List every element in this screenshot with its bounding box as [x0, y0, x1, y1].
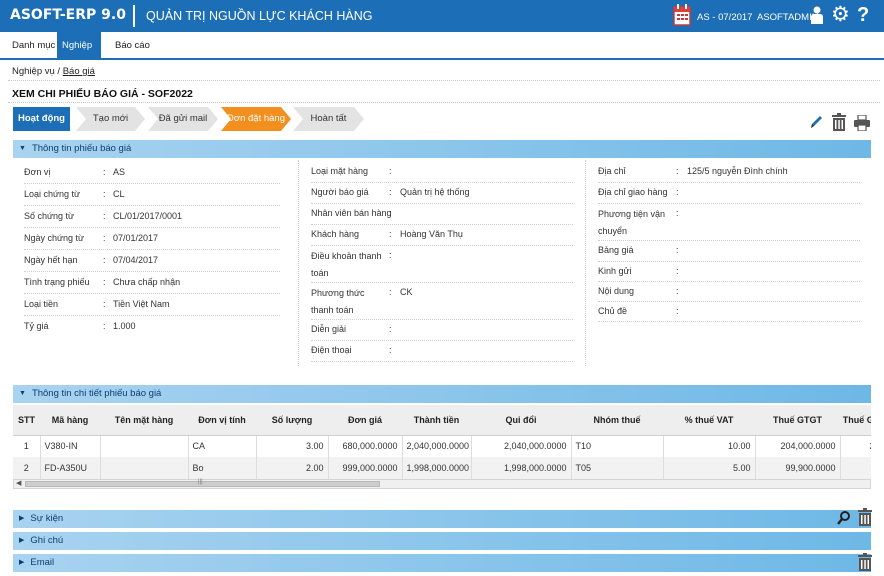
section-title: Thông tin phiếu báo giá — [31, 143, 132, 154]
col-header[interactable]: Nhóm thuế — [571, 405, 663, 436]
calendar-icon[interactable] — [673, 4, 691, 29]
field-ty-gia: Tỷ giá:1.000 — [24, 321, 136, 331]
field-loai-chung-tu: Loại chứng từ: CL — [24, 184, 280, 206]
menu-danh-muc[interactable]: Danh mục — [7, 32, 60, 60]
table-header: STT Mã hàng Tên mặt hàng Đơn vị tính Số … — [13, 405, 871, 436]
field-dia-chi: Địa chỉ:125/5 nguyễn Đình chính — [598, 162, 860, 183]
field-phuong-tien-van-chuyen: Phương tiện vận chuyển: — [598, 204, 860, 241]
field-bang-gia: Bảng giá: — [598, 241, 860, 262]
col-header[interactable]: % thuế VAT — [663, 405, 755, 436]
gear-icon[interactable]: ⚙ — [831, 3, 850, 27]
field-nhan-vien-ban-hang: Nhân viên bán hàng: — [311, 204, 573, 225]
detail-grid: STT Mã hàng Tên mặt hàng Đơn vị tính Số … — [13, 405, 871, 480]
breadcrumb: Nghiệp vụ / Báo giá — [12, 66, 95, 77]
field-noi-dung: Nội dung: — [598, 282, 860, 302]
table-row[interactable]: 2 FD-A350U Bo 2.00 999,000.0000 1,998,00… — [13, 457, 871, 479]
section-chi-tiet[interactable]: ▼ Thông tin chi tiết phiếu báo giá — [13, 385, 871, 403]
step-da-gui-mail[interactable]: Đã gửi mail — [148, 107, 218, 131]
field-loai-tien: Loại tiền: Tiền Việt Nam — [24, 294, 280, 316]
field-kinh-gui: Kinh gửi: — [598, 262, 860, 282]
period-label[interactable]: AS - 07/2017 — [697, 12, 752, 23]
app-header: ASOFT-ERP 9.0 QUẢN TRỊ NGUỒN LỰC KHÁCH H… — [0, 0, 884, 32]
trash-icon[interactable] — [831, 113, 847, 135]
section-thong-tin-phieu[interactable]: ▼ Thông tin phiếu báo giá — [13, 140, 871, 158]
user-icon[interactable] — [810, 6, 824, 27]
scroll-left-icon[interactable]: ◀ — [16, 479, 21, 487]
col-header[interactable]: Qui đổi — [471, 405, 571, 436]
field-tinh-trang: Tình trạng phiếu: Chưa chấp nhận — [24, 272, 280, 294]
col-header[interactable]: Đơn vị tính — [188, 405, 256, 436]
field-loai-mat-hang: Loại mặt hàng: — [311, 162, 573, 183]
section-title: Thông tin chi tiết phiếu báo giá — [31, 388, 162, 399]
trash-icon[interactable] — [857, 508, 873, 530]
column-divider — [298, 160, 299, 366]
field-ngay-chung-tu: Ngày chứng từ:07/01/2017 — [24, 228, 280, 250]
menu-bao-cao[interactable]: Báo cáo — [110, 32, 155, 60]
module-title: QUẢN TRỊ NGUỒN LỰC KHÁCH HÀNG — [146, 9, 373, 23]
header-divider — [133, 5, 135, 27]
trash-icon[interactable] — [857, 553, 873, 575]
expand-icon: ▶ — [19, 515, 25, 522]
section-title: Sự kiện — [30, 513, 64, 524]
collapse-icon: ▼ — [19, 390, 26, 397]
help-icon[interactable]: ? — [857, 3, 869, 27]
field-chu-de: Chủ đề: — [598, 302, 860, 322]
scroll-grip: ||| — [198, 479, 203, 485]
field-dia-chi-giao-hang: Địa chỉ giao hàng: — [598, 183, 860, 204]
horizontal-scrollbar[interactable]: ◀ ||| — [13, 479, 871, 489]
col-header[interactable]: Số lượng — [256, 405, 328, 436]
divider — [8, 102, 880, 103]
magnifier-icon[interactable] — [837, 510, 851, 529]
col-header[interactable]: STT — [13, 405, 40, 436]
form-column-2: Loại mặt hàng: Người báo giá: Quản trị hệ… — [311, 162, 573, 362]
field-ngay-het-han: Ngày hết hạn:07/04/2017 — [24, 250, 280, 272]
field-khach-hang: Khách hàng: Hoàng Văn Thụ — [311, 225, 573, 246]
step-hoan-tat[interactable]: Hoàn tất — [293, 107, 364, 131]
step-hoat-dong[interactable]: Hoạt động — [13, 107, 70, 131]
pencil-icon[interactable] — [808, 113, 824, 134]
field-dieu-khoan-thanh-toan: Điều khoản thanh toán: — [311, 246, 573, 283]
expand-icon: ▶ — [19, 537, 25, 544]
app-brand[interactable]: ASOFT-ERP 9.0 — [10, 7, 126, 23]
step-don-dat-hang[interactable]: Đơn đặt hàng — [221, 107, 291, 131]
col-header[interactable]: Tên mặt hàng — [100, 405, 188, 436]
printer-icon[interactable] — [854, 114, 870, 134]
field-phuong-thuc-thanh-toan: Phương thức thanh toán: CK — [311, 283, 573, 320]
field-dien-thoai: Điện thoại: — [311, 341, 573, 362]
column-divider — [585, 160, 586, 366]
status-steps: Hoạt động Tạo mới Đã gửi mail Đơn đặt hà… — [0, 107, 400, 131]
col-header[interactable]: Mã hàng — [40, 405, 100, 436]
col-header[interactable]: Thành tiền — [402, 405, 471, 436]
section-title: Ghi chú — [30, 535, 64, 546]
main-menu: Danh mục Nghiệp vụ Báo cáo — [0, 32, 884, 79]
breadcrumb-current[interactable]: Báo giá — [63, 66, 95, 77]
step-tao-moi[interactable]: Tạo mới — [76, 107, 145, 131]
table-row[interactable]: 1 V380-IN CA 3.00 680,000.0000 2,040,000… — [13, 435, 871, 457]
section-su-kien[interactable]: ▶ Sự kiện — [13, 510, 871, 528]
section-ghi-chu[interactable]: ▶ Ghi chú — [13, 532, 871, 550]
breadcrumb-root[interactable]: Nghiệp vụ / — [12, 66, 60, 77]
scrollbar-thumb[interactable]: ||| — [25, 479, 380, 487]
col-header[interactable]: Thuế GTG — [840, 405, 871, 436]
divider — [8, 80, 880, 81]
field-dien-giai: Diễn giải: — [311, 320, 573, 341]
field-so-chung-tu: Số chứng từ: CL/01/2017/0001 — [24, 206, 280, 228]
expand-icon: ▶ — [19, 559, 25, 566]
section-title: Email — [30, 557, 55, 568]
form-column-3: Địa chỉ:125/5 nguyễn Đình chính Địa chỉ … — [598, 162, 860, 322]
col-header[interactable]: Thuế GTGT — [755, 405, 840, 436]
field-nguoi-bao-gia: Người báo giá: Quản trị hệ thống — [311, 183, 573, 204]
col-header[interactable]: Đơn giá — [328, 405, 402, 436]
collapse-icon: ▼ — [19, 145, 26, 152]
form-column-1: Đơn vị: AS Loại chứng từ: CL Số chứng từ: C… — [24, 162, 280, 338]
menu-nghiep-vu[interactable]: Nghiệp vụ — [57, 32, 101, 79]
field-don-vi: Đơn vị: AS — [24, 162, 280, 184]
section-email[interactable]: ▶ Email — [13, 554, 871, 572]
page-title: XEM CHI PHIẾU BÁO GIÁ - SOF2022 — [12, 88, 193, 100]
